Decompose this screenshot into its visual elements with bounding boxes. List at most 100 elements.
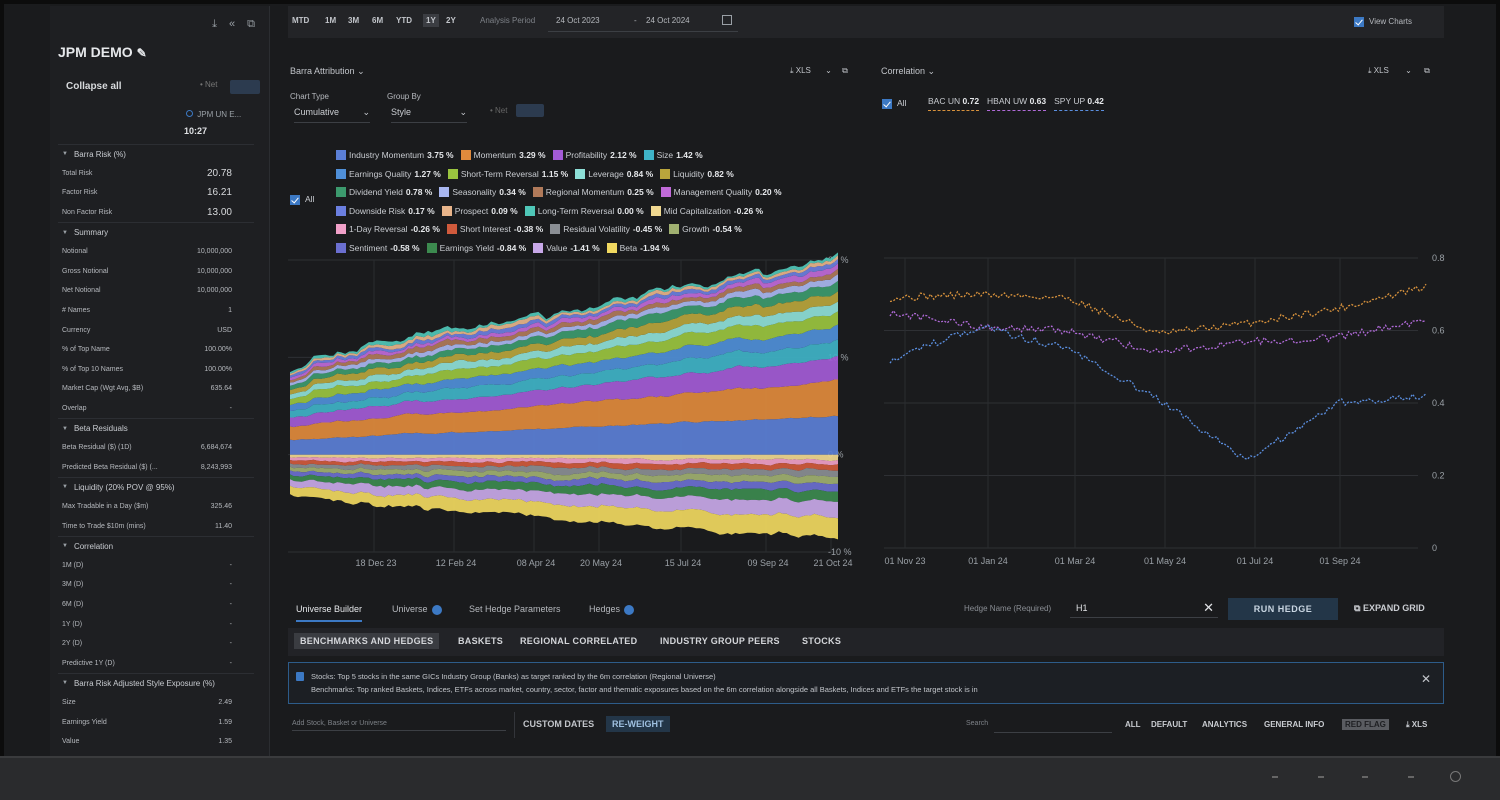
sidebar-section-header[interactable]: ▼ Barra Risk (%) <box>58 144 254 164</box>
grid-xls-button[interactable]: ⤓ XLS <box>1406 720 1427 730</box>
period-1m-button[interactable]: 1M <box>325 16 336 25</box>
legend-item[interactable]: Industry Momentum 3.75 % <box>336 150 454 161</box>
edit-pencil-icon[interactable]: ✎ <box>137 46 147 60</box>
expand-grid-button[interactable]: ⧉ EXPAND GRID <box>1354 603 1425 614</box>
legend-value: 0.82 % <box>707 168 734 179</box>
legend-item[interactable]: Liquidity 0.82 % <box>660 168 734 179</box>
tab-universe[interactable]: Universe <box>392 604 442 615</box>
subtab-industry-group-peers[interactable]: INDUSTRY GROUP PEERS <box>660 636 780 646</box>
ticker-chip[interactable]: JPM UN E... <box>186 110 241 119</box>
sidebar-section-header[interactable]: ▼ Correlation <box>58 535 254 556</box>
legend-swatch <box>552 150 563 161</box>
filter-analytics[interactable]: ANALYTICS <box>1202 720 1247 729</box>
correlation-panel-title[interactable]: Correlation ⌄ <box>881 66 935 77</box>
hedge-name-input[interactable]: H1 ✕ <box>1070 600 1218 618</box>
legend-item[interactable]: Profitability 2.12 % <box>552 150 637 161</box>
tab-universe-builder[interactable]: Universe Builder <box>296 604 363 622</box>
metric-value: - <box>229 581 232 589</box>
legend-item[interactable]: Short Interest -0.38 % <box>446 224 543 235</box>
checkbox-checked-icon[interactable] <box>1354 17 1364 27</box>
group-by-label: Group By <box>387 92 421 101</box>
x-tick-label: 01 May 24 <box>1144 556 1186 566</box>
legend-item[interactable]: Seasonality 0.34 % <box>439 187 526 198</box>
legend-item[interactable]: Earnings Quality 1.27 % <box>336 168 441 179</box>
legend-item[interactable]: Prospect 0.09 % <box>441 205 518 216</box>
chevron-down-icon[interactable]: ⌄ <box>1405 66 1412 75</box>
period-2y-button[interactable]: 2Y <box>446 16 456 25</box>
net-toggle[interactable] <box>230 80 260 94</box>
filter-default[interactable]: DEFAULT <box>1151 720 1187 729</box>
metric-row: Size 2.49 <box>58 693 254 713</box>
y-tick-label: 0.8 <box>1432 253 1445 263</box>
reweight-button[interactable]: RE-WEIGHT <box>606 716 670 732</box>
sidebar-section-header[interactable]: ▼ Liquidity (20% POV @ 95%) <box>58 477 254 497</box>
search-input[interactable] <box>994 732 1112 733</box>
legend-label: Industry Momentum <box>349 150 425 161</box>
xls-label: XLS <box>1373 66 1389 75</box>
period-3m-button[interactable]: 3M <box>348 16 359 25</box>
collapse-all-button[interactable]: Collapse all <box>66 81 122 92</box>
period-6m-button[interactable]: 6M <box>372 16 383 25</box>
add-stock-input[interactable]: Add Stock, Basket or Universe <box>292 720 506 731</box>
period-1y-button[interactable]: 1Y <box>423 14 439 27</box>
metric-row: Max Tradable in a Day ($m) 325.46 <box>58 497 254 517</box>
clear-icon[interactable]: ✕ <box>1203 600 1214 616</box>
barra-xls-button[interactable]: ⤓ XLS ⌄ ⧉ <box>790 66 848 76</box>
tab-hedges[interactable]: Hedges <box>589 604 635 615</box>
legend-item[interactable]: Short-Term Reversal 1.15 % <box>447 168 568 179</box>
calendar-icon[interactable] <box>722 15 732 25</box>
popout-icon[interactable]: ⧉ <box>247 18 255 31</box>
legend-item[interactable]: Management Quality 0.20 % <box>660 187 782 198</box>
filter-general-info[interactable]: GENERAL INFO <box>1264 720 1324 729</box>
barra-panel-title[interactable]: Barra Attribution ⌄ <box>290 66 365 77</box>
legend-item[interactable]: Regional Momentum 0.25 % <box>532 187 654 198</box>
legend-item[interactable]: 1-Day Reversal -0.26 % <box>336 224 440 235</box>
sidebar-section-header[interactable]: ▼ Beta Residuals <box>58 418 254 438</box>
popout-icon[interactable]: ⧉ <box>842 66 848 75</box>
period-ytd-button[interactable]: YTD <box>396 16 412 25</box>
filter-red-flag[interactable]: RED FLAG <box>1342 719 1389 730</box>
subtab-regional-correlated[interactable]: REGIONAL CORRELATED <box>520 636 637 646</box>
sidebar-section-header[interactable]: ▼ Barra Risk Adjusted Style Exposure (%) <box>58 673 254 693</box>
legend-item[interactable]: Leverage 0.84 % <box>575 168 653 179</box>
collapse-sidebar-icon[interactable]: « <box>229 18 235 31</box>
correlation-legend-item[interactable]: SPY UP 0.42 <box>1054 96 1104 111</box>
metric-value: 8,243,993 <box>200 463 232 471</box>
date-to[interactable]: 24 Oct 2024 <box>646 16 690 25</box>
legend-item[interactable]: Residual Volatility -0.45 % <box>550 224 662 235</box>
legend-item[interactable]: Momentum 3.29 % <box>460 150 546 161</box>
correlation-legend-item[interactable]: HBAN UW 0.63 <box>987 96 1047 111</box>
custom-dates-button[interactable]: CUSTOM DATES <box>523 719 594 729</box>
date-from[interactable]: 24 Oct 2023 <box>556 16 600 25</box>
barra-net-toggle[interactable] <box>516 104 544 117</box>
metric-row: Value 1.35 <box>58 732 254 752</box>
legend-item[interactable]: Size 1.42 % <box>643 150 703 161</box>
subtab-stocks[interactable]: STOCKS <box>802 636 841 646</box>
chart-type-select[interactable]: Cumulative ⌄ <box>294 107 370 123</box>
barra-all-toggle[interactable]: All <box>290 194 314 205</box>
correlation-xls-button[interactable]: ⤓ XLS ⌄ ⧉ <box>1368 66 1430 76</box>
chevron-down-icon[interactable]: ⌄ <box>825 66 832 75</box>
close-icon[interactable]: ✕ <box>1421 672 1431 686</box>
period-mtd-button[interactable]: MTD <box>292 16 309 25</box>
subtab-baskets[interactable]: BASKETS <box>458 636 503 646</box>
legend-item[interactable]: Mid Capitalization -0.26 % <box>650 205 763 216</box>
metric-label: % of Top Name <box>62 346 110 354</box>
popout-icon[interactable]: ⧉ <box>1424 66 1430 75</box>
filter-all[interactable]: ALL <box>1125 720 1141 729</box>
tab-set-hedge-parameters[interactable]: Set Hedge Parameters <box>469 604 561 614</box>
correlation-all-toggle[interactable]: All <box>882 98 906 109</box>
correlation-legend-item[interactable]: BAC UN 0.72 <box>928 96 980 111</box>
download-icon[interactable]: ⤓ <box>212 18 217 31</box>
legend-item[interactable]: Dividend Yield 0.78 % <box>336 187 432 198</box>
run-hedge-button[interactable]: RUN HEDGE <box>1228 598 1338 620</box>
subtab-benchmarks-and-hedges[interactable]: BENCHMARKS AND HEDGES <box>294 633 440 649</box>
legend-item[interactable]: Long-Term Reversal 0.00 % <box>524 205 644 216</box>
legend-item[interactable]: Growth -0.54 % <box>669 224 742 235</box>
checkbox-checked-icon[interactable] <box>290 194 300 205</box>
sidebar-section-header[interactable]: ▼ Summary <box>58 222 254 242</box>
legend-item[interactable]: Downside Risk 0.17 % <box>336 205 435 216</box>
group-by-select[interactable]: Style ⌄ <box>391 107 467 123</box>
view-charts-toggle[interactable]: View Charts <box>1354 17 1412 27</box>
checkbox-checked-icon[interactable] <box>882 98 892 109</box>
